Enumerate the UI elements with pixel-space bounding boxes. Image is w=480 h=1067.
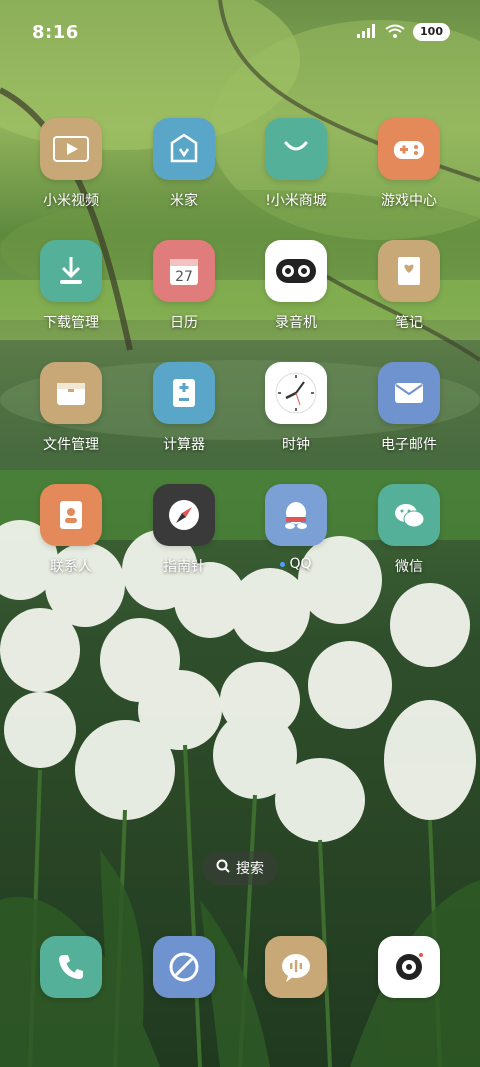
app-recorder[interactable]: 录音机 — [246, 240, 346, 332]
app-label: 下载管理 — [43, 315, 99, 331]
browser-icon — [153, 936, 215, 998]
shopping-bag-icon — [265, 118, 327, 180]
app-label: 笔记 — [395, 315, 423, 331]
wechat-icon — [378, 484, 440, 546]
app-wechat[interactable]: 微信 — [359, 484, 459, 576]
qq-penguin-icon — [265, 484, 327, 546]
wifi-icon — [385, 23, 405, 42]
signal-icon — [357, 23, 377, 42]
app-mi-video[interactable]: 小米视频 — [21, 118, 121, 210]
app-calculator[interactable]: 计算器 — [134, 362, 234, 454]
app-label: 指南针 — [163, 559, 205, 575]
app-mi-store[interactable]: !小米商城 — [246, 118, 346, 210]
app-qq[interactable]: QQ — [246, 484, 346, 572]
calendar-date: 27 — [175, 269, 193, 285]
app-label: !小米商城 — [265, 193, 327, 209]
notes-icon — [378, 240, 440, 302]
messages-icon — [265, 936, 327, 998]
search-icon — [216, 859, 230, 877]
status-icons: 100 — [357, 22, 450, 42]
app-calendar[interactable]: 27 日历 — [134, 240, 234, 332]
app-label: 联系人 — [50, 559, 92, 575]
contacts-icon — [40, 484, 102, 546]
status-bar: 8:16 100 — [0, 0, 480, 64]
clock-time: 8:16 — [32, 22, 79, 43]
dock-browser[interactable] — [134, 936, 234, 998]
battery-indicator: 100 — [413, 23, 450, 41]
mi-home-icon — [153, 118, 215, 180]
phone-icon — [40, 936, 102, 998]
app-label: 米家 — [170, 193, 198, 209]
app-label: QQ — [246, 556, 346, 572]
app-contacts[interactable]: 联系人 — [21, 484, 121, 576]
app-label: 小米视频 — [43, 193, 99, 209]
mail-icon — [378, 362, 440, 424]
clock-icon — [265, 362, 327, 424]
dock-messages[interactable] — [246, 936, 346, 998]
folder-icon — [40, 362, 102, 424]
app-compass[interactable]: 指南针 — [134, 484, 234, 576]
app-label: 录音机 — [275, 315, 317, 331]
camera-icon — [378, 936, 440, 998]
app-label: 计算器 — [163, 437, 205, 453]
app-mi-home[interactable]: 米家 — [134, 118, 234, 210]
dock-camera[interactable] — [359, 936, 459, 998]
search-label: 搜索 — [236, 861, 264, 877]
download-icon — [40, 240, 102, 302]
notification-dot — [280, 561, 286, 567]
dock-phone[interactable] — [21, 936, 121, 998]
compass-icon — [153, 484, 215, 546]
gamepad-icon — [378, 118, 440, 180]
app-clock[interactable]: 时钟 — [246, 362, 346, 454]
app-downloads[interactable]: 下载管理 — [21, 240, 121, 332]
app-label-text: QQ — [289, 556, 312, 572]
app-label: 微信 — [395, 559, 423, 575]
video-play-icon — [40, 118, 102, 180]
app-email[interactable]: 电子邮件 — [359, 362, 459, 454]
recorder-icon — [265, 240, 327, 302]
app-label: 时钟 — [282, 437, 310, 453]
app-game-center[interactable]: 游戏中心 — [359, 118, 459, 210]
app-label: 游戏中心 — [381, 193, 437, 209]
app-notes[interactable]: 笔记 — [359, 240, 459, 332]
app-file-manager[interactable]: 文件管理 — [21, 362, 121, 454]
app-label: 日历 — [170, 315, 198, 331]
calculator-icon — [153, 362, 215, 424]
calendar-icon: 27 — [153, 240, 215, 302]
app-label: 文件管理 — [43, 437, 99, 453]
app-label: 电子邮件 — [381, 437, 437, 453]
search-button[interactable]: 搜索 — [202, 851, 278, 885]
